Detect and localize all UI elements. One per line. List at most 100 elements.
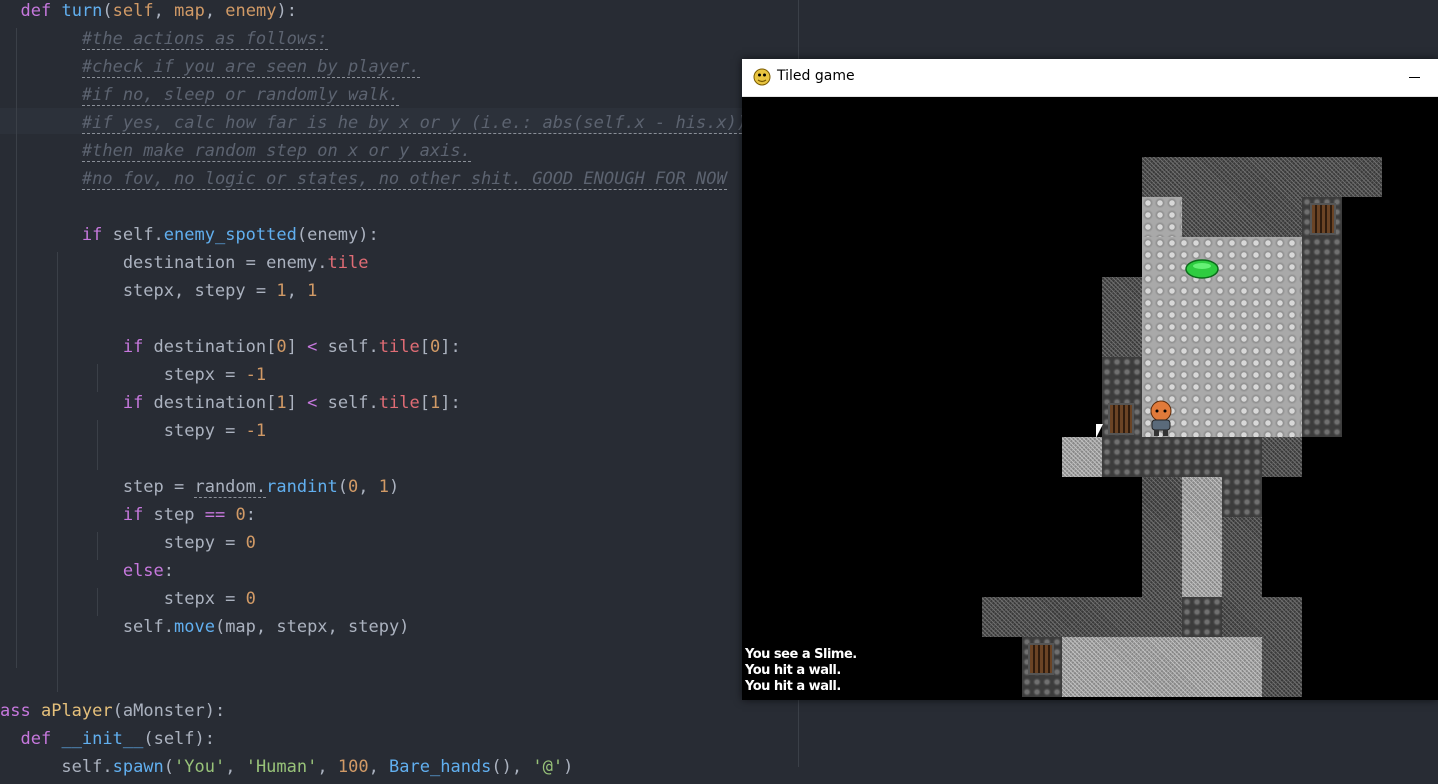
code-token: stepx = <box>0 365 246 385</box>
code-token: tile <box>378 393 420 413</box>
code-token: if <box>122 337 144 357</box>
code-token: randint <box>266 477 338 497</box>
code-token: '@' <box>532 757 564 777</box>
code-token: if <box>122 505 144 525</box>
game-window[interactable]: Tiled game You see a Slime. You hit a wa… <box>742 59 1438 700</box>
code-token: 1 <box>276 393 287 413</box>
code-line[interactable]: def turn(self, map, enemy): <box>0 0 296 28</box>
code-token: ) <box>563 757 574 777</box>
code-line[interactable]: stepx = -1 <box>0 364 266 392</box>
stone-wall <box>1102 437 1262 477</box>
python-snake-icon <box>753 68 771 86</box>
floor-tile-dark <box>1222 517 1262 597</box>
code-line[interactable]: if self.enemy_spotted(enemy): <box>0 224 379 252</box>
code-token: (map, stepx, stepy) <box>214 617 410 637</box>
code-token: ] <box>286 337 308 357</box>
floor-tile-dark <box>1262 437 1302 477</box>
code-line[interactable]: def __init__(self): <box>0 728 215 756</box>
code-line[interactable]: stepx, stepy = 1, 1 <box>0 280 318 308</box>
code-line[interactable]: self.spawn('You', 'Human', 100, Bare_han… <box>0 756 573 784</box>
code-line[interactable]: #no fov, no logic or states, no other sh… <box>0 168 727 196</box>
code-token: 'You' <box>174 757 226 777</box>
floor-tile-dark <box>1142 477 1182 597</box>
code-comment: #if no, sleep or randomly walk. <box>81 85 400 106</box>
door-tile <box>1310 203 1336 235</box>
code-comment: #then make random step on x or y axis. <box>81 141 471 162</box>
code-line[interactable]: ass aPlayer(aMonster): <box>0 700 225 728</box>
code-token: destination[ <box>143 393 277 413</box>
code-token: else <box>122 561 164 581</box>
message-log-line: You hit a wall. <box>745 679 841 694</box>
code-token: self. <box>102 225 164 245</box>
code-token: stepy = <box>0 421 246 441</box>
code-token: , <box>225 757 246 777</box>
code-token: , <box>368 757 390 777</box>
code-token: (aMonster): <box>112 701 226 721</box>
message-log-line: You see a Slime. <box>745 647 857 662</box>
code-token: 0 <box>235 505 246 525</box>
code-token: : <box>245 505 256 525</box>
code-token: self <box>112 1 154 21</box>
code-line[interactable]: #the actions as follows: <box>0 28 328 56</box>
mouse-cursor-icon <box>1096 424 1103 438</box>
code-token: (), <box>491 757 533 777</box>
floor-tile-light <box>1062 637 1262 697</box>
code-token: , <box>317 757 338 777</box>
game-canvas[interactable]: You see a Slime. You hit a wall. You hit… <box>742 97 1438 697</box>
code-token: ass <box>0 701 31 721</box>
code-line[interactable]: destination = enemy.tile <box>0 252 369 280</box>
window-titlebar[interactable]: Tiled game <box>742 59 1438 97</box>
door-tile <box>1108 403 1134 435</box>
floor-tile-light <box>1062 437 1102 477</box>
code-token: if <box>122 393 144 413</box>
code-token: -1 <box>245 421 267 441</box>
code-line[interactable]: if destination[1] < self.tile[1]: <box>0 392 461 420</box>
code-line[interactable]: else: <box>0 560 174 588</box>
code-token: ]: <box>440 337 461 357</box>
code-line[interactable]: #then make random step on x or y axis. <box>0 140 471 168</box>
code-token: 0 <box>348 477 359 497</box>
code-token: 1 <box>276 281 287 301</box>
code-line[interactable]: stepy = 0 <box>0 532 256 560</box>
code-token: tile <box>327 253 369 273</box>
code-line[interactable]: stepx = 0 <box>0 588 256 616</box>
code-token: def <box>20 1 52 21</box>
code-token: : <box>163 561 175 581</box>
code-line[interactable]: step = random.randint(0, 1) <box>0 476 399 504</box>
code-token: map <box>174 1 205 21</box>
code-token: 0 <box>429 337 441 357</box>
code-token: stepy = <box>0 533 246 553</box>
code-token: spawn <box>112 757 164 777</box>
door-tile <box>1028 643 1054 675</box>
code-token: < <box>307 393 318 413</box>
code-token: move <box>174 617 215 637</box>
code-token: destination = enemy. <box>0 253 328 273</box>
code-token: 1 <box>307 281 318 301</box>
code-token: self. <box>0 757 113 777</box>
code-token: self. <box>317 393 379 413</box>
code-token: 0 <box>276 337 287 357</box>
code-line[interactable]: #if no, sleep or randomly walk. <box>0 84 400 112</box>
code-token: 0 <box>245 533 256 553</box>
code-line[interactable]: #check if you are seen by player. <box>0 56 420 84</box>
code-token: < <box>307 337 318 357</box>
code-token: Bare_hands <box>389 757 492 777</box>
minimize-button[interactable] <box>1392 59 1438 96</box>
code-line[interactable]: if destination[0] < self.tile[0]: <box>0 336 461 364</box>
code-token: stepx = <box>0 589 246 609</box>
code-line[interactable]: stepy = -1 <box>0 420 266 448</box>
code-line[interactable]: if step == 0: <box>0 504 256 532</box>
code-line[interactable]: #if yes, calc how far is he by x or y (i… <box>0 112 758 140</box>
code-comment: #the actions as follows: <box>81 29 328 50</box>
code-token: (enemy): <box>296 225 379 245</box>
code-token: , <box>153 1 175 21</box>
code-line[interactable]: self.move(map, stepx, stepy) <box>0 616 410 644</box>
